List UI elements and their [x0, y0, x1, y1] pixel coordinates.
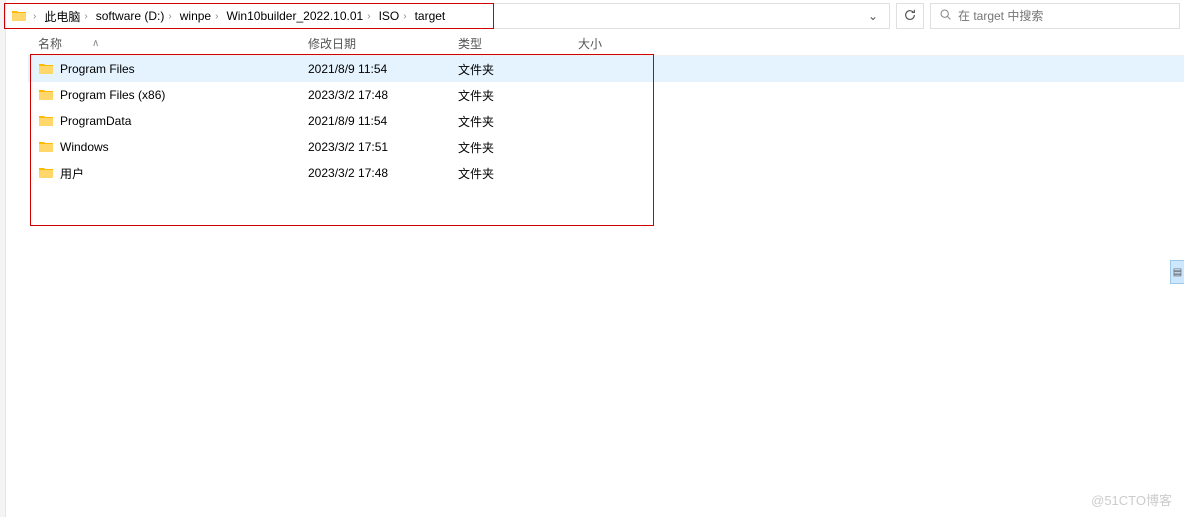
refresh-icon	[903, 8, 917, 25]
file-type: 文件夹	[458, 165, 578, 182]
file-name: Windows	[60, 140, 109, 154]
file-date: 2023/3/2 17:51	[308, 140, 458, 154]
address-bar-row: › 此电脑› software (D:)› winpe› Win10builde…	[0, 0, 1184, 32]
folder-icon	[38, 139, 54, 155]
file-type: 文件夹	[458, 113, 578, 130]
breadcrumb-sep-root[interactable]: ›	[31, 9, 38, 24]
file-date: 2021/8/9 11:54	[308, 114, 458, 128]
column-headers: 名称 ∧ 修改日期 类型 大小	[28, 32, 1184, 56]
breadcrumb-item[interactable]: ISO›	[377, 7, 409, 25]
file-name: Program Files	[60, 62, 135, 76]
breadcrumb-item[interactable]: target	[413, 7, 448, 25]
header-name[interactable]: 名称 ∧	[38, 35, 308, 52]
page-icon: ▤	[1173, 267, 1182, 278]
file-name: ProgramData	[60, 114, 131, 128]
file-name: Program Files (x86)	[60, 88, 165, 102]
chevron-right-icon: ›	[33, 11, 36, 22]
table-row[interactable]: Windows 2023/3/2 17:51 文件夹	[28, 134, 1184, 160]
watermark: @51CTO博客	[1091, 490, 1172, 509]
chevron-right-icon: ›	[403, 11, 406, 22]
chevron-right-icon: ›	[84, 11, 87, 22]
folder-icon	[38, 113, 54, 129]
search-box[interactable]	[930, 3, 1180, 29]
file-type: 文件夹	[458, 139, 578, 156]
folder-icon	[38, 87, 54, 103]
chevron-down-icon: ⌄	[868, 9, 878, 23]
header-size[interactable]: 大小	[578, 35, 658, 52]
table-row[interactable]: ProgramData 2021/8/9 11:54 文件夹	[28, 108, 1184, 134]
chevron-right-icon: ›	[215, 11, 218, 22]
chevron-right-icon: ›	[367, 11, 370, 22]
header-date[interactable]: 修改日期	[308, 35, 458, 52]
sort-asc-icon: ∧	[92, 38, 99, 49]
folder-icon	[11, 8, 27, 24]
file-type: 文件夹	[458, 87, 578, 104]
file-date: 2023/3/2 17:48	[308, 88, 458, 102]
folder-icon	[38, 61, 54, 77]
search-input[interactable]	[958, 9, 1171, 23]
breadcrumb-item[interactable]: winpe›	[178, 7, 221, 25]
file-date: 2021/8/9 11:54	[308, 62, 458, 76]
breadcrumb-item[interactable]: 此电脑›	[42, 6, 89, 27]
breadcrumb-bar[interactable]: › 此电脑› software (D:)› winpe› Win10builde…	[4, 3, 890, 29]
header-type[interactable]: 类型	[458, 35, 578, 52]
file-name: 用户	[60, 165, 84, 182]
table-row[interactable]: 用户 2023/3/2 17:48 文件夹	[28, 160, 1184, 186]
table-row[interactable]: Program Files (x86) 2023/3/2 17:48 文件夹	[28, 82, 1184, 108]
breadcrumb-item[interactable]: Win10builder_2022.10.01›	[224, 7, 372, 25]
side-tab[interactable]: ▤	[1170, 260, 1184, 284]
table-row[interactable]: Program Files 2021/8/9 11:54 文件夹	[28, 56, 1184, 82]
search-icon	[939, 8, 952, 24]
file-list: Program Files 2021/8/9 11:54 文件夹 Program…	[28, 56, 1184, 186]
content-area: 名称 ∧ 修改日期 类型 大小 Program Files 2021/8/9 1…	[0, 32, 1184, 186]
breadcrumb-item[interactable]: software (D:)›	[94, 7, 174, 25]
address-dropdown[interactable]: ⌄	[863, 9, 883, 23]
file-date: 2023/3/2 17:48	[308, 166, 458, 180]
chevron-right-icon: ›	[168, 11, 171, 22]
file-type: 文件夹	[458, 61, 578, 78]
folder-icon	[38, 165, 54, 181]
refresh-button[interactable]	[896, 3, 924, 29]
